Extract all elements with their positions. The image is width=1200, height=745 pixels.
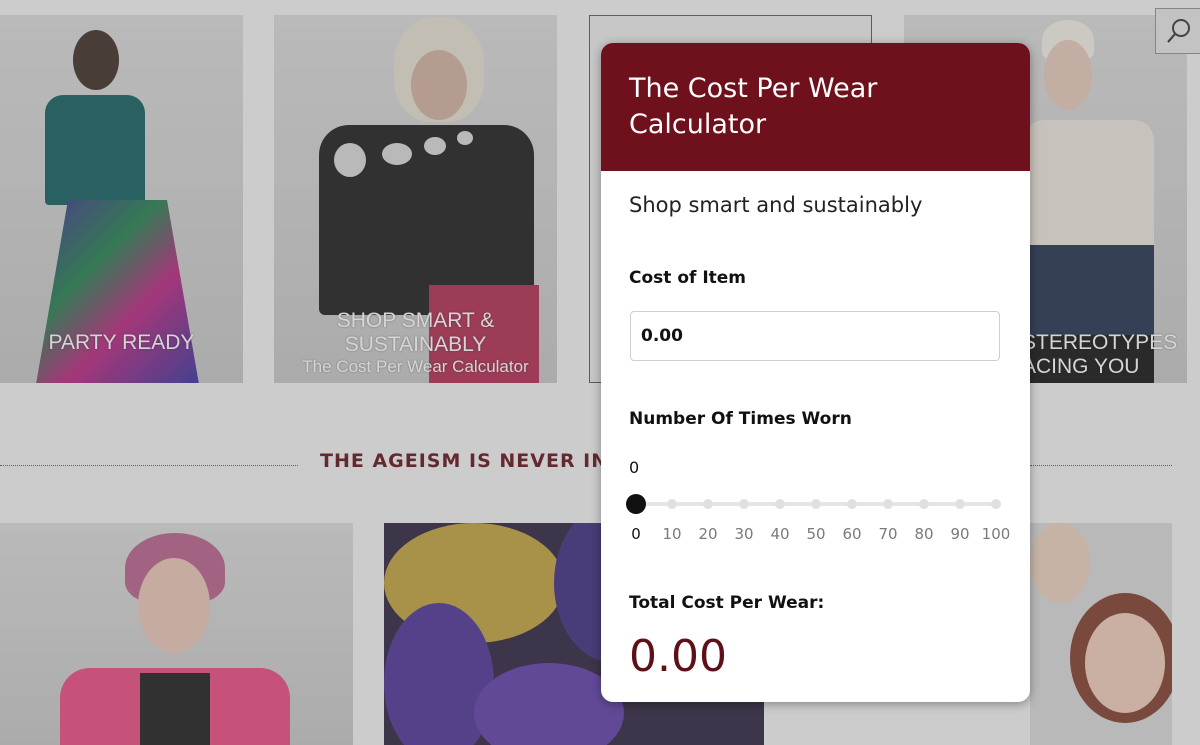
times-worn-value: 0: [629, 458, 640, 477]
modal-title: The Cost Per Wear Calculator: [629, 73, 878, 140]
slider-tick-label: 70: [878, 525, 898, 543]
times-worn-slider[interactable]: [625, 493, 1005, 515]
slider-tick-labels: 0 10 20 30 40 50 60 70 80 90 100: [625, 525, 1015, 545]
slider-step-dot[interactable]: [955, 499, 965, 509]
slider-step-dot[interactable]: [775, 499, 785, 509]
slider-tick-label: 50: [806, 525, 826, 543]
cost-per-wear-modal: The Cost Per Wear Calculator Shop smart …: [601, 43, 1030, 702]
total-value: 0.00: [629, 631, 727, 682]
slider-step-dot[interactable]: [739, 499, 749, 509]
slider-tick-label: 80: [914, 525, 934, 543]
slider-tick-label: 20: [698, 525, 718, 543]
slider-tick-label: 30: [734, 525, 754, 543]
modal-header: The Cost Per Wear Calculator: [601, 43, 1030, 171]
slider-tick-label: 40: [770, 525, 790, 543]
cost-input[interactable]: [630, 311, 1000, 361]
total-label: Total Cost Per Wear:: [629, 593, 825, 613]
slider-step-dot[interactable]: [919, 499, 929, 509]
cost-label: Cost of Item: [629, 268, 747, 288]
slider-tick-label: 90: [950, 525, 970, 543]
slider-thumb[interactable]: [626, 494, 646, 514]
slider-step-dot[interactable]: [667, 499, 677, 509]
slider-step-dot[interactable]: [991, 499, 1001, 509]
slider-step-dot[interactable]: [883, 499, 893, 509]
modal-subtitle: Shop smart and sustainably: [629, 193, 923, 217]
slider-tick-label: 10: [662, 525, 682, 543]
slider-tick-label: 60: [842, 525, 862, 543]
slider-step-dot[interactable]: [703, 499, 713, 509]
slider-tick-label: 0: [631, 525, 641, 543]
slider-step-dot[interactable]: [847, 499, 857, 509]
slider-step-dot[interactable]: [811, 499, 821, 509]
slider-tick-label: 100: [981, 525, 1011, 543]
times-worn-label: Number Of Times Worn: [629, 409, 852, 429]
